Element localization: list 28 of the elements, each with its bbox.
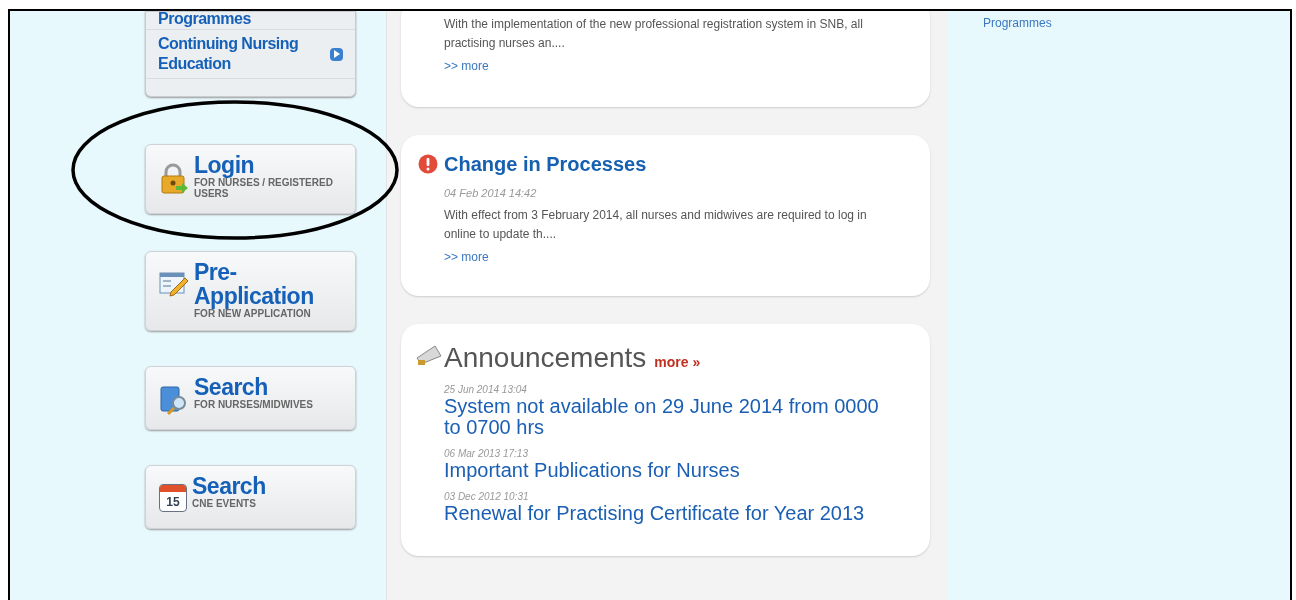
quick-link-button[interactable]: 15 Search CNE EVENTS bbox=[145, 465, 356, 529]
menu-item[interactable]: Programmes bbox=[146, 12, 355, 30]
news-title[interactable]: Change in Processes bbox=[444, 151, 647, 177]
announcements-heading: Announcements bbox=[444, 341, 647, 374]
announcements-more-link[interactable]: more » bbox=[654, 351, 701, 373]
news-summary: With effect from 3 February 2014, all nurses and midwives are required to log in online to update th.... bbox=[444, 206, 868, 243]
calendar-icon: 15 bbox=[159, 484, 187, 512]
megaphone-icon bbox=[415, 343, 443, 366]
quick-link-button[interactable]: Login FOR NURSES / REGISTERED USERS bbox=[145, 144, 356, 214]
announcement-date: 03 Dec 2012 10:31 bbox=[444, 490, 529, 503]
form-with-pencil-icon bbox=[159, 270, 189, 298]
side-link[interactable]: Programmes bbox=[983, 15, 1290, 31]
book-with-magnifier-icon bbox=[159, 385, 189, 415]
news-summary: With the implementation of the new professional registration system in SNB, all practising nurses an.... bbox=[444, 16, 864, 52]
announcement-link[interactable]: Important Publications for Nurses bbox=[444, 459, 884, 481]
quick-link-button[interactable]: Search FOR NURSES/MIDWIVES bbox=[145, 366, 356, 430]
more-link[interactable]: >> more bbox=[444, 59, 489, 73]
news-date: 04 Feb 2014 14:42 bbox=[444, 186, 538, 201]
announcement-link[interactable]: System not available on 29 June 2014 from 0000 to 0700 hrs bbox=[444, 395, 884, 438]
announcement-date: 25 Jun 2014 13:04 bbox=[444, 383, 527, 396]
padlock-icon bbox=[159, 163, 189, 195]
announcement-date: 06 Mar 2013 17:13 bbox=[444, 447, 528, 460]
more-link[interactable]: >> more bbox=[444, 249, 489, 264]
play-arrow-icon bbox=[330, 47, 343, 61]
menu-item[interactable]: Continuing Nursing Education bbox=[146, 30, 355, 79]
alert-icon bbox=[418, 154, 438, 174]
announcement-link[interactable]: Renewal for Practising Certificate for Year 2013 bbox=[444, 502, 884, 524]
quick-link-button[interactable]: Pre-Application FOR NEW APPLICATION bbox=[145, 251, 356, 331]
